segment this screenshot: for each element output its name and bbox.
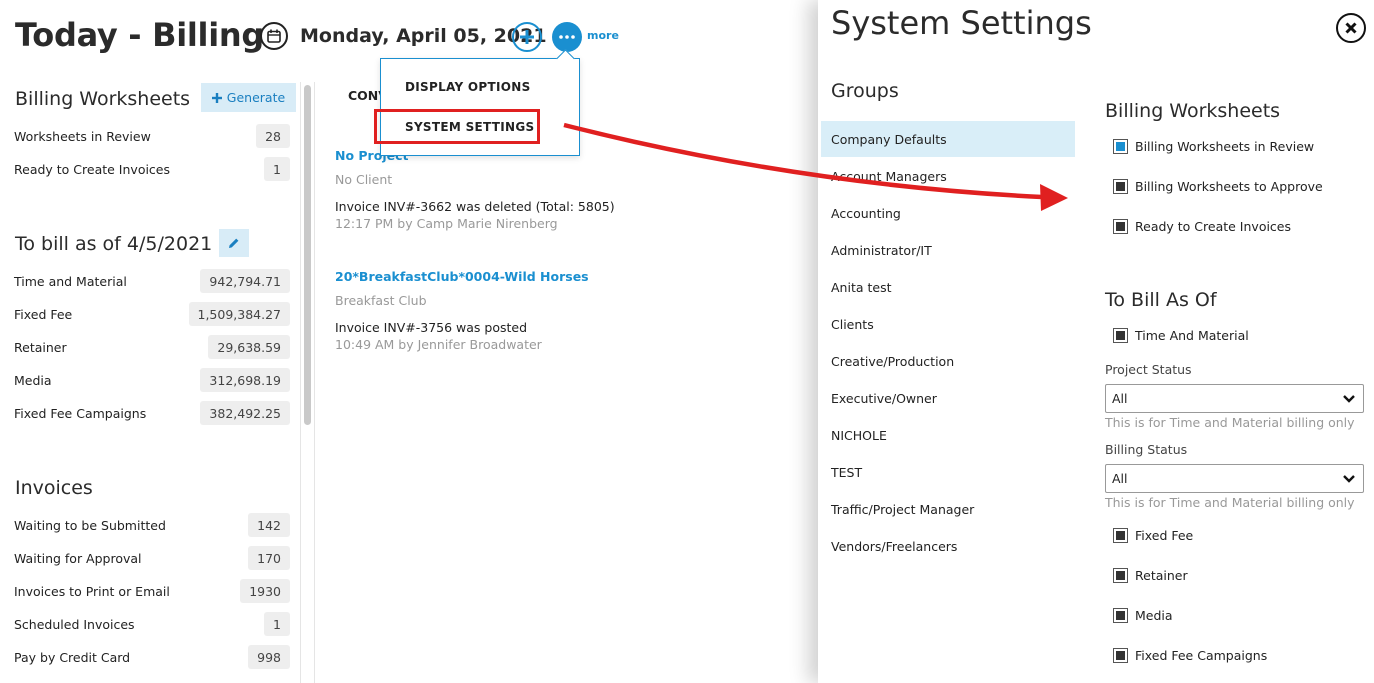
ready-to-create-invoices-checkbox[interactable] [1113,219,1128,234]
system-settings-panel: System Settings Groups Company Defaults … [818,0,1374,683]
chevron-down-icon [1343,475,1355,483]
fixed-fee-campaigns-value: 382,492.25 [200,401,290,425]
chevron-down-icon [1343,395,1355,403]
feed-item-project-link[interactable]: 20*BreakfastClub*0004-Wild Horses [335,269,589,284]
settings-worksheets-title: Billing Worksheets [1105,100,1281,122]
billing-worksheets-title: Billing Worksheets [15,88,191,110]
worksheets-to-approve-checkbox[interactable] [1113,179,1128,194]
more-link[interactable]: more [587,29,619,42]
more-options-icon[interactable] [552,22,582,52]
time-and-material-link[interactable]: Time and Material [14,274,127,289]
fixed-fee-campaigns-checkbox[interactable] [1113,648,1128,663]
pencil-icon [229,238,239,248]
fixed-fee-label: Fixed Fee [1135,528,1194,543]
scheduled-invoices-link[interactable]: Scheduled Invoices [14,617,135,632]
waiting-to-be-submitted-count: 142 [248,513,290,537]
project-status-select[interactable]: All [1105,384,1364,413]
ready-to-create-invoices-label: Ready to Create Invoices [1135,219,1292,234]
generate-button-label: Generate [226,90,286,105]
waiting-to-be-submitted-link[interactable]: Waiting to be Submitted [14,518,166,533]
group-item-anita-test[interactable]: Anita test [821,269,1075,305]
invoices-title: Invoices [15,477,93,499]
generate-button[interactable]: Generate [201,83,296,112]
feed-item-client: Breakfast Club [335,293,427,308]
feed-item-meta: 12:17 PM by Camp Marie Nirenberg [335,216,558,231]
group-item-clients[interactable]: Clients [821,306,1075,342]
invoices-to-print-or-email-count: 1930 [240,579,290,603]
calendar-icon[interactable] [260,22,288,50]
media-link[interactable]: Media [14,373,52,388]
group-item-nichole[interactable]: NICHOLE [821,417,1075,453]
fixed-fee-campaigns-link[interactable]: Fixed Fee Campaigns [14,406,146,421]
feed-item-message: Invoice INV#-3662 was deleted (Total: 58… [335,199,615,214]
pay-by-credit-card-link[interactable]: Pay by Credit Card [14,650,130,665]
date-picker[interactable]: Monday, April 05, 2021 [260,22,547,50]
settings-to-bill-title: To Bill As Of [1105,289,1217,311]
ready-to-create-invoices-link[interactable]: Ready to Create Invoices [14,162,170,177]
to-bill-title: To bill as of 4/5/2021 [15,233,213,255]
group-item-accounting[interactable]: Accounting [821,195,1075,231]
worksheets-in-review-link[interactable]: Worksheets in Review [14,129,151,144]
scheduled-invoices-count: 1 [264,612,290,636]
group-item-test[interactable]: TEST [821,454,1075,490]
billing-status-label: Billing Status [1105,442,1188,457]
time-and-material-checkbox[interactable] [1113,328,1128,343]
worksheets-in-review-label: Billing Worksheets in Review [1135,139,1315,154]
retainer-label: Retainer [1135,568,1188,583]
scrollbar-thumb[interactable] [304,85,311,425]
waiting-for-approval-count: 170 [248,546,290,570]
current-date: Monday, April 05, 2021 [300,25,547,47]
feed-item-client: No Client [335,172,393,187]
group-item-account-managers[interactable]: Account Managers [821,158,1075,194]
fixed-fee-link[interactable]: Fixed Fee [14,307,72,322]
group-item-creative-production[interactable]: Creative/Production [821,343,1075,379]
group-item-traffic-project-manager[interactable]: Traffic/Project Manager [821,491,1075,527]
billing-status-hint: This is for Time and Material billing on… [1105,495,1355,510]
group-item-administrator-it[interactable]: Administrator/IT [821,232,1075,268]
group-item-company-defaults[interactable]: Company Defaults [821,121,1075,157]
feed-item-message: Invoice INV#-3756 was posted [335,320,528,335]
media-value: 312,698.19 [200,368,290,392]
worksheets-in-review-checkbox[interactable] [1113,139,1128,154]
system-settings-highlight-box [374,109,540,144]
time-and-material-label: Time And Material [1135,328,1249,343]
ready-to-create-invoices-count: 1 [264,157,290,181]
retainer-link[interactable]: Retainer [14,340,67,355]
time-and-material-value: 942,794.71 [200,269,290,293]
retainer-value: 29,638.59 [208,335,290,359]
billing-status-value: All [1112,471,1128,486]
worksheets-to-approve-label: Billing Worksheets to Approve [1135,179,1323,194]
billing-status-select[interactable]: All [1105,464,1364,493]
invoices-to-print-or-email-link[interactable]: Invoices to Print or Email [14,584,170,599]
plus-icon [211,92,222,103]
project-status-value: All [1112,391,1128,406]
edit-date-button[interactable] [219,229,249,257]
groups-title: Groups [831,80,899,102]
media-label: Media [1135,608,1173,623]
media-checkbox[interactable] [1113,608,1128,623]
pay-by-credit-card-count: 998 [248,645,290,669]
feed-item-meta: 10:49 AM by Jennifer Broadwater [335,337,542,352]
fixed-fee-checkbox[interactable] [1113,528,1128,543]
retainer-checkbox[interactable] [1113,568,1128,583]
worksheets-in-review-count: 28 [256,124,290,148]
project-status-label: Project Status [1105,362,1192,377]
page-title: Today - Billing [15,16,264,54]
panel-title: System Settings [831,4,1092,42]
add-icon[interactable] [512,22,542,52]
fixed-fee-campaigns-label: Fixed Fee Campaigns [1135,648,1268,663]
billing-dashboard: Today - Billing Monday, April 05, 2021 m… [0,0,818,683]
group-item-vendors-freelancers[interactable]: Vendors/Freelancers [821,528,1075,564]
fixed-fee-value: 1,509,384.27 [188,302,290,326]
waiting-for-approval-link[interactable]: Waiting for Approval [14,551,142,566]
menu-item-display-options[interactable]: DISPLAY OPTIONS [405,80,531,94]
project-status-hint: This is for Time and Material billing on… [1105,415,1355,430]
group-item-executive-owner[interactable]: Executive/Owner [821,380,1075,416]
close-icon[interactable] [1336,13,1366,43]
